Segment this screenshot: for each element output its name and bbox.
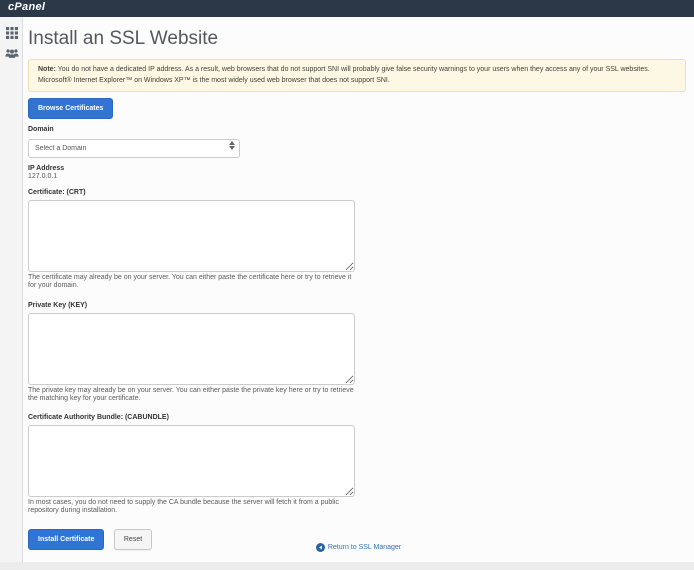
return-link-label: Return to SSL Manager [328,544,401,551]
sidebar [0,17,23,570]
return-to-ssl-manager-link[interactable]: Return to SSL Manager [316,543,401,552]
sni-warning-note: Note: You do not have a dedicated IP add… [28,59,686,92]
apps-grid-icon [6,26,18,44]
note-label: Note: [38,66,56,73]
browse-certificates-button[interactable]: Browse Certificates [28,98,113,119]
top-navbar: cPanel [0,0,694,17]
ip-address-label: IP Address [28,165,686,172]
private-key-help-text: The private key may already be on your s… [28,387,360,404]
private-key-textarea[interactable] [28,313,355,385]
domain-label: Domain [28,126,686,133]
ca-bundle-label: Certificate Authority Bundle: (CABUNDLE) [28,414,686,421]
sidebar-item-user-manager[interactable] [0,45,23,65]
back-circle-icon [316,543,325,552]
install-ssl-page: cPanel [0,0,694,570]
certificate-label: Certificate: (CRT) [28,189,686,196]
user-group-icon [5,46,19,64]
sidebar-item-apps[interactable] [0,25,23,45]
domain-select[interactable]: Select a Domain [28,139,240,158]
cpanel-logo[interactable]: cPanel [8,1,45,13]
note-text: You do not have a dedicated IP address. … [38,66,650,84]
page-title: Install an SSL Website [28,28,686,50]
private-key-label: Private Key (KEY) [28,302,686,309]
footer-strip [0,562,694,570]
ca-bundle-help-text: In most cases, you do not need to supply… [28,499,360,516]
certificate-help-text: The certificate may already be on your s… [28,274,360,291]
ca-bundle-textarea[interactable] [28,425,355,497]
main-content: Install an SSL Website Note: You do not … [23,17,694,570]
certificate-textarea[interactable] [28,200,355,272]
footer-link-row: Return to SSL Manager [23,539,694,557]
ip-address-value: 127.0.0.1 [28,173,686,180]
